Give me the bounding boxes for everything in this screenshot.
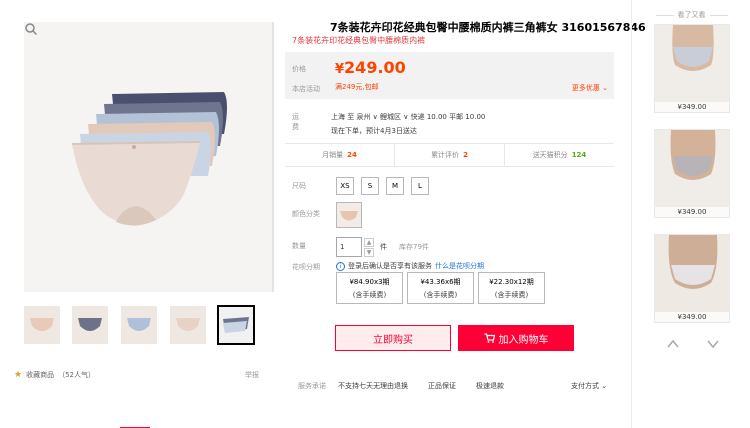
recommended-item-photo (655, 25, 729, 112)
thumbnail[interactable] (72, 306, 108, 344)
thumbnail[interactable] (121, 306, 157, 344)
sidebar-title: 看了又看 (632, 10, 750, 20)
shipping-eta: 现在下单，预计4月3日送达 (331, 127, 417, 135)
shipping-label: 运费 (292, 113, 299, 131)
product-subtitle: 7条装花卉印花经典包臀中腰棉质内裤 (292, 36, 426, 45)
price-value: 249.00 (344, 58, 406, 77)
plan-amount: ¥22.30x12期 (489, 277, 534, 286)
favorite-button[interactable]: ★ 收藏商品 （52人气） (14, 370, 95, 380)
chevron-down-icon: ⌄ (602, 84, 608, 92)
more-offers-link[interactable]: 更多优惠 ⌄ (572, 83, 608, 93)
huabei-label: 花呗分期 (292, 263, 320, 271)
size-option[interactable]: L (411, 177, 429, 195)
stat-points: 送天猫积分 124 (505, 144, 614, 166)
color-swatch[interactable] (336, 202, 362, 228)
currency-symbol: ¥ (335, 62, 345, 77)
stat-label: 月销量 (322, 151, 344, 159)
stat-monthly-sales: 月销量 24 (285, 144, 395, 166)
cart-icon (484, 333, 495, 343)
size-selector: XS S M L (336, 177, 429, 195)
zoom-icon[interactable] (24, 22, 38, 36)
increase-button[interactable]: ▲ (364, 237, 374, 247)
info-icon: i (336, 261, 345, 271)
recommended-item[interactable]: ¥349.00 (654, 129, 730, 218)
stat-value: 24 (347, 151, 357, 159)
favorite-label: 收藏商品 (26, 371, 55, 379)
main-product-image[interactable] (24, 22, 274, 292)
recommended-item-price: ¥349.00 (655, 312, 729, 322)
thumbnail-selected[interactable] (217, 305, 255, 345)
size-label: 尺码 (292, 182, 306, 190)
recommended-item-price: ¥349.00 (655, 207, 729, 217)
installment-option[interactable]: ¥22.30x12期 (含手续费) (478, 272, 545, 304)
stat-value: 124 (571, 151, 587, 159)
huabei-login-note[interactable]: 登录后确认是否享有该服务 (348, 261, 432, 271)
plan-fee: (含手续费) (494, 290, 529, 299)
recommended-item-photo (655, 235, 729, 322)
recommended-item[interactable]: ¥349.00 (654, 234, 730, 323)
installment-plans: ¥84.90x3期 (含手续费) ¥43.36x6期 (含手续费) ¥22.30… (336, 272, 545, 304)
color-label: 颜色分类 (292, 210, 320, 218)
buy-now-button[interactable]: 立即购买 (335, 325, 451, 351)
quantity-label: 数量 (292, 242, 306, 250)
installment-option[interactable]: ¥43.36x6期 (含手续费) (407, 272, 474, 304)
recommended-item-price: ¥349.00 (655, 102, 729, 112)
huabei-note: i 登录后确认是否享有该服务 什么是花呗分期 (336, 261, 484, 271)
product-photo (24, 22, 272, 292)
product-title: 7条装花卉印花经典包臀中腰棉质内裤三角裤女 31601567846 (330, 21, 646, 34)
payment-label: 支付方式 (571, 382, 599, 390)
decrease-button[interactable]: ▼ (364, 247, 374, 257)
size-option[interactable]: XS (336, 177, 354, 195)
installment-option[interactable]: ¥84.90x3期 (含手续费) (336, 272, 403, 304)
add-to-cart-label: 加入购物车 (498, 334, 549, 346)
chevron-down-icon: ⌄ (601, 382, 608, 390)
plan-fee: (含手续费) (423, 290, 458, 299)
plan-amount: ¥84.90x3期 (349, 277, 390, 286)
thumbnail[interactable] (24, 306, 60, 344)
payment-methods[interactable]: 支付方式 ⌄ (571, 381, 607, 391)
shipping-route[interactable]: 上海 至 泉州 ∨ 鲤城区 ∨ 快递 10.00 平邮 10.00 (331, 112, 485, 122)
price-label: 价格 (292, 65, 306, 73)
stat-reviews[interactable]: 累计评价 2 (395, 144, 505, 166)
stat-value: 2 (463, 151, 468, 159)
chevron-up-icon[interactable] (666, 337, 680, 351)
price-panel: 价格 ¥249.00 本店活动 满249元,包邮 更多优惠 ⌄ (285, 52, 614, 99)
service-item[interactable]: 正品保证 (428, 381, 456, 391)
service-item[interactable]: 极速退款 (476, 381, 504, 391)
price: ¥249.00 (335, 58, 406, 77)
recommended-item-photo (655, 130, 729, 217)
add-to-cart-button[interactable]: 加入购物车 (458, 325, 574, 351)
quantity-unit: 件 (380, 243, 387, 251)
stat-label: 累计评价 (431, 151, 460, 159)
chevron-down-icon[interactable] (706, 337, 720, 351)
huabei-help-link[interactable]: 什么是花呗分期 (435, 261, 484, 271)
size-option[interactable]: S (361, 177, 379, 195)
stat-label: 送天猫积分 (532, 151, 568, 159)
thumbnail[interactable] (170, 306, 206, 344)
plan-amount: ¥43.36x6期 (420, 277, 461, 286)
quantity-input[interactable]: 1 (336, 237, 362, 257)
service-item[interactable]: 不支持七天无理由退换 (338, 381, 408, 391)
recommendations-sidebar: 看了又看 ¥349.00 ¥349.00 ¥349.00 (631, 0, 750, 428)
quantity-stepper: 1 ▲ ▼ 件 库存79件 (336, 237, 429, 257)
service-promises: 服务承诺 不支持七天无理由退换 正品保证 极速退款 (298, 381, 614, 391)
report-link[interactable]: 举报 (245, 370, 259, 380)
recommended-item[interactable]: ¥349.00 (654, 24, 730, 113)
more-offers-label: 更多优惠 (571, 84, 600, 92)
favorite-count: （52人气） (58, 371, 95, 379)
sales-stats: 月销量 24 累计评价 2 送天猫积分 124 (285, 143, 614, 167)
star-icon: ★ (14, 370, 23, 380)
plan-fee: (含手续费) (352, 290, 387, 299)
promo-label: 本店活动 (292, 85, 320, 93)
promo-text: 满249元,包邮 (335, 83, 379, 91)
stock-count: 库存79件 (399, 243, 429, 251)
service-label: 服务承诺 (298, 382, 326, 390)
size-option[interactable]: M (386, 177, 404, 195)
